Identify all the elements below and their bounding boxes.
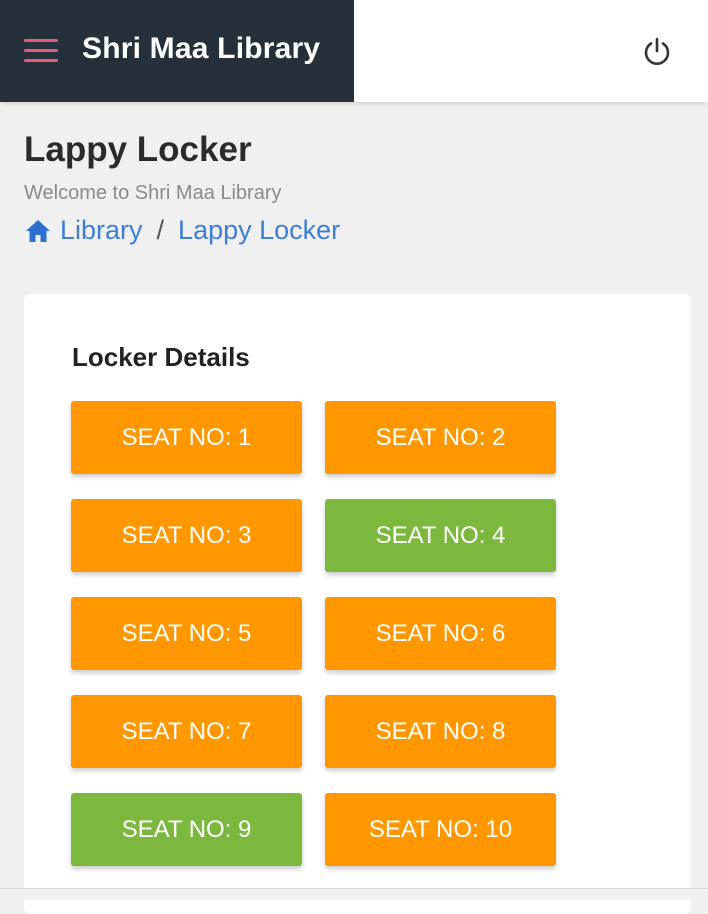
breadcrumb-current-link[interactable]: Lappy Locker — [178, 215, 340, 246]
seat-button-5[interactable]: SEAT NO: 5 — [71, 597, 302, 670]
breadcrumb: Library / Lappy Locker — [24, 215, 684, 246]
breadcrumb-separator: / — [156, 215, 165, 245]
power-icon[interactable] — [640, 34, 674, 68]
page-title: Lappy Locker — [24, 130, 252, 169]
seat-button-10[interactable]: SEAT NO: 10 — [325, 793, 556, 866]
seat-button-6[interactable]: SEAT NO: 6 — [325, 597, 556, 670]
seat-button-7[interactable]: SEAT NO: 7 — [71, 695, 302, 768]
locker-card: Locker Details SEAT NO: 1 SEAT NO: 2 SEA… — [24, 294, 691, 914]
seat-button-9[interactable]: SEAT NO: 9 — [71, 793, 302, 866]
seat-button-2[interactable]: SEAT NO: 2 — [325, 401, 556, 474]
seat-button-1[interactable]: SEAT NO: 1 — [71, 401, 302, 474]
seat-button-4[interactable]: SEAT NO: 4 — [325, 499, 556, 572]
page-header: Lappy Locker Welcome to Shri Maa Library… — [24, 130, 684, 246]
hamburger-menu-icon[interactable] — [24, 39, 58, 63]
bottom-divider — [0, 888, 708, 900]
home-icon[interactable] — [24, 217, 52, 245]
seat-button-8[interactable]: SEAT NO: 8 — [325, 695, 556, 768]
brand-area: Shri Maa Library — [0, 0, 354, 102]
top-bar: Shri Maa Library — [0, 0, 708, 102]
locker-details-title: Locker Details — [72, 342, 250, 372]
app-title: Shri Maa Library — [82, 32, 321, 65]
breadcrumb-library-link[interactable]: Library — [60, 215, 143, 246]
seat-button-3[interactable]: SEAT NO: 3 — [71, 499, 302, 572]
page-subtitle: Welcome to Shri Maa Library — [24, 182, 282, 204]
seat-grid: SEAT NO: 1 SEAT NO: 2 SEAT NO: 3 SEAT NO… — [71, 401, 556, 866]
